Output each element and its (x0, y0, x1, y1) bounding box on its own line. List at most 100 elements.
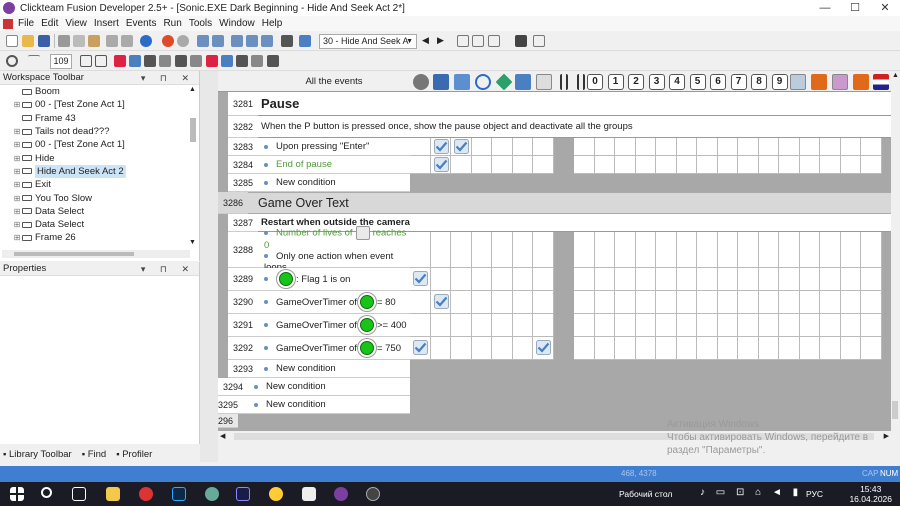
event-list-icon[interactable] (246, 35, 258, 47)
event-cell[interactable] (451, 314, 472, 337)
event-cell[interactable] (799, 156, 820, 174)
clickteam-icon[interactable] (334, 487, 348, 501)
workspace-hscrollbar[interactable] (2, 250, 190, 258)
event-cell[interactable] (615, 396, 636, 414)
event-cell[interactable] (410, 156, 431, 174)
event-cell[interactable] (738, 378, 759, 396)
event-cell[interactable] (451, 337, 472, 360)
event-cell[interactable] (410, 268, 431, 291)
event-cell[interactable] (820, 396, 841, 414)
event-cell[interactable] (676, 314, 697, 337)
expand-icon[interactable]: ⊞ (12, 165, 22, 178)
event-cell[interactable] (594, 291, 615, 314)
event-cell[interactable] (840, 360, 861, 378)
event-cell[interactable] (533, 396, 554, 414)
event-cell[interactable] (451, 138, 472, 156)
frame-editor-icon[interactable] (212, 35, 224, 47)
event-cell[interactable] (451, 156, 472, 174)
event-cell[interactable] (430, 378, 451, 396)
event-cell[interactable] (840, 268, 861, 291)
event-cell[interactable] (779, 291, 800, 314)
event-cell[interactable] (697, 360, 718, 378)
event-cell[interactable] (656, 396, 677, 414)
event-cell[interactable] (779, 337, 800, 360)
event-cell[interactable] (820, 337, 841, 360)
event-cell[interactable] (779, 156, 800, 174)
event-cell[interactable] (430, 138, 451, 156)
tool-f-icon[interactable] (190, 55, 202, 67)
event-cell[interactable] (533, 314, 554, 337)
column-number-1[interactable]: 1 (607, 74, 624, 90)
event-cell[interactable] (635, 378, 656, 396)
event-cell[interactable] (594, 337, 615, 360)
event-cell[interactable] (574, 232, 595, 268)
event-cell[interactable] (697, 314, 718, 337)
event-cell[interactable] (574, 156, 595, 174)
event-cell[interactable] (717, 232, 738, 268)
event-cell[interactable] (738, 360, 759, 378)
workspace-tree-item[interactable]: ⊞ 00 - [Test Zone Act 1] (0, 138, 199, 151)
event-cell[interactable] (553, 314, 574, 337)
event-cell[interactable] (512, 337, 533, 360)
event-cell[interactable] (840, 291, 861, 314)
event-condition[interactable]: Upon pressing "Enter" (258, 138, 410, 156)
event-cell[interactable] (615, 337, 636, 360)
event-cell[interactable] (717, 360, 738, 378)
redo-icon[interactable] (121, 35, 133, 47)
event-cell[interactable] (799, 360, 820, 378)
maximize-button[interactable]: ☐ (840, 0, 870, 16)
sound-icon[interactable] (433, 74, 449, 90)
event-cell[interactable] (738, 156, 759, 174)
event-cell[interactable] (410, 232, 431, 268)
event-condition[interactable]: : Flag 1 is on (258, 268, 410, 291)
event-cell[interactable] (779, 314, 800, 337)
event-cell[interactable] (574, 268, 595, 291)
event-cell[interactable] (410, 174, 431, 192)
event-cell[interactable] (758, 232, 779, 268)
workspace-tree-item[interactable]: ⊞ Frame 26 (0, 231, 199, 244)
event-cell[interactable] (840, 396, 861, 414)
event-cell[interactable] (492, 232, 513, 268)
event-cell[interactable] (553, 138, 574, 156)
event-cell[interactable] (615, 268, 636, 291)
event-cell[interactable] (738, 174, 759, 192)
event-cell[interactable] (840, 174, 861, 192)
event-cell[interactable] (820, 232, 841, 268)
event-row[interactable]: 3295 New condition (218, 396, 891, 414)
column-number-9[interactable]: 9 (771, 74, 788, 90)
event-cell[interactable] (492, 291, 513, 314)
event-cell[interactable] (676, 232, 697, 268)
tool-e-icon[interactable] (175, 55, 187, 67)
event-cell[interactable] (492, 314, 513, 337)
event-cell[interactable] (451, 291, 472, 314)
event-cell[interactable] (574, 360, 595, 378)
event-cell[interactable] (512, 138, 533, 156)
menu-view[interactable]: View (65, 18, 94, 29)
event-cell[interactable] (594, 314, 615, 337)
event-cell[interactable] (553, 268, 574, 291)
event-cell[interactable] (574, 174, 595, 192)
event-cell[interactable] (594, 232, 615, 268)
window-layout-3-icon[interactable] (488, 35, 500, 47)
event-cell[interactable] (820, 174, 841, 192)
tab-profiler[interactable]: ▪ Profiler (116, 449, 152, 460)
run-application-icon[interactable] (533, 35, 545, 47)
workspace-tree-item[interactable]: ⊞ Tails not dead??? (0, 125, 199, 138)
event-cell[interactable] (676, 138, 697, 156)
event-cell[interactable] (758, 138, 779, 156)
event-cell[interactable] (758, 378, 779, 396)
save-icon[interactable] (38, 35, 50, 47)
all-events-label[interactable]: All the events (258, 71, 410, 92)
event-cell[interactable] (697, 156, 718, 174)
event-condition[interactable]: GameOverTimer of = 750 (258, 337, 410, 360)
stop-icon[interactable] (162, 35, 174, 47)
workspace-tree-item[interactable]: ⊞ Data Select (0, 205, 199, 218)
event-cell[interactable] (779, 396, 800, 414)
event-cell[interactable] (738, 291, 759, 314)
event-cell[interactable] (512, 291, 533, 314)
event-cell[interactable] (738, 232, 759, 268)
event-cell[interactable] (820, 291, 841, 314)
event-cell[interactable] (717, 314, 738, 337)
event-cell[interactable] (451, 396, 472, 414)
grid-icon[interactable] (80, 55, 92, 67)
